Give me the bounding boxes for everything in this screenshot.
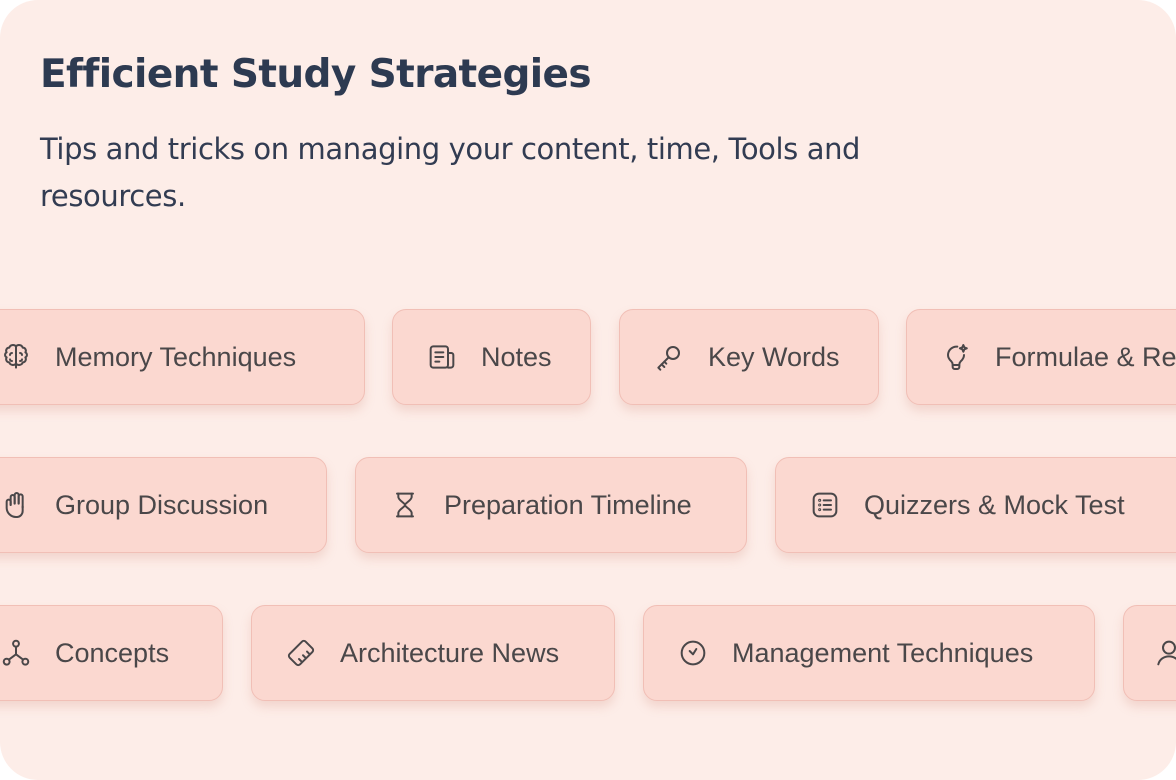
list-icon <box>808 488 842 522</box>
network-icon <box>0 636 33 670</box>
chip-user[interactable] <box>1123 605 1176 701</box>
hand-icon <box>0 488 33 522</box>
chip-notes[interactable]: Notes <box>392 309 591 405</box>
lightbulb-icon <box>939 340 973 374</box>
page-subtitle: Tips and tricks on managing your content… <box>40 132 861 213</box>
user-icon <box>1152 636 1176 670</box>
chip-label: Key Words <box>708 341 840 372</box>
chip-label: Architecture News <box>340 637 560 668</box>
chip-formulae[interactable]: Formulae & Re <box>906 309 1176 405</box>
chip-management-techniques[interactable]: Management Techniques <box>643 605 1095 701</box>
chip-label: Memory Techniques <box>55 341 297 372</box>
chip-key-words[interactable]: Key Words <box>619 309 879 405</box>
notes-icon <box>425 340 459 374</box>
chip-architecture-news[interactable]: Architecture News <box>251 605 615 701</box>
hourglass-icon <box>388 488 422 522</box>
ruler-icon <box>284 636 318 670</box>
chip-label: Concepts <box>55 637 170 668</box>
chip-quizzers-mock-test[interactable]: Quizzers & Mock Test <box>775 457 1176 553</box>
chip-label: Group Discussion <box>55 489 269 520</box>
chip-label: Notes <box>481 341 552 372</box>
key-icon <box>652 340 686 374</box>
page-title: Efficient Study Strategies <box>40 52 592 97</box>
chip-label: Quizzers & Mock Test <box>864 489 1125 520</box>
chip-memory-techniques[interactable]: Memory Techniques <box>0 309 365 405</box>
chip-preparation-timeline[interactable]: Preparation Timeline <box>355 457 747 553</box>
study-strategies-card: Efficient Study Strategies Tips and tric… <box>0 0 1176 780</box>
chip-label: Management Techniques <box>732 637 1034 668</box>
chip-concepts[interactable]: Concepts <box>0 605 223 701</box>
clock-icon <box>676 636 710 670</box>
chip-label: Formulae & Re <box>995 341 1176 372</box>
brain-icon <box>0 340 33 374</box>
chip-label: Preparation Timeline <box>444 489 692 520</box>
chip-group-discussion[interactable]: Group Discussion <box>0 457 327 553</box>
